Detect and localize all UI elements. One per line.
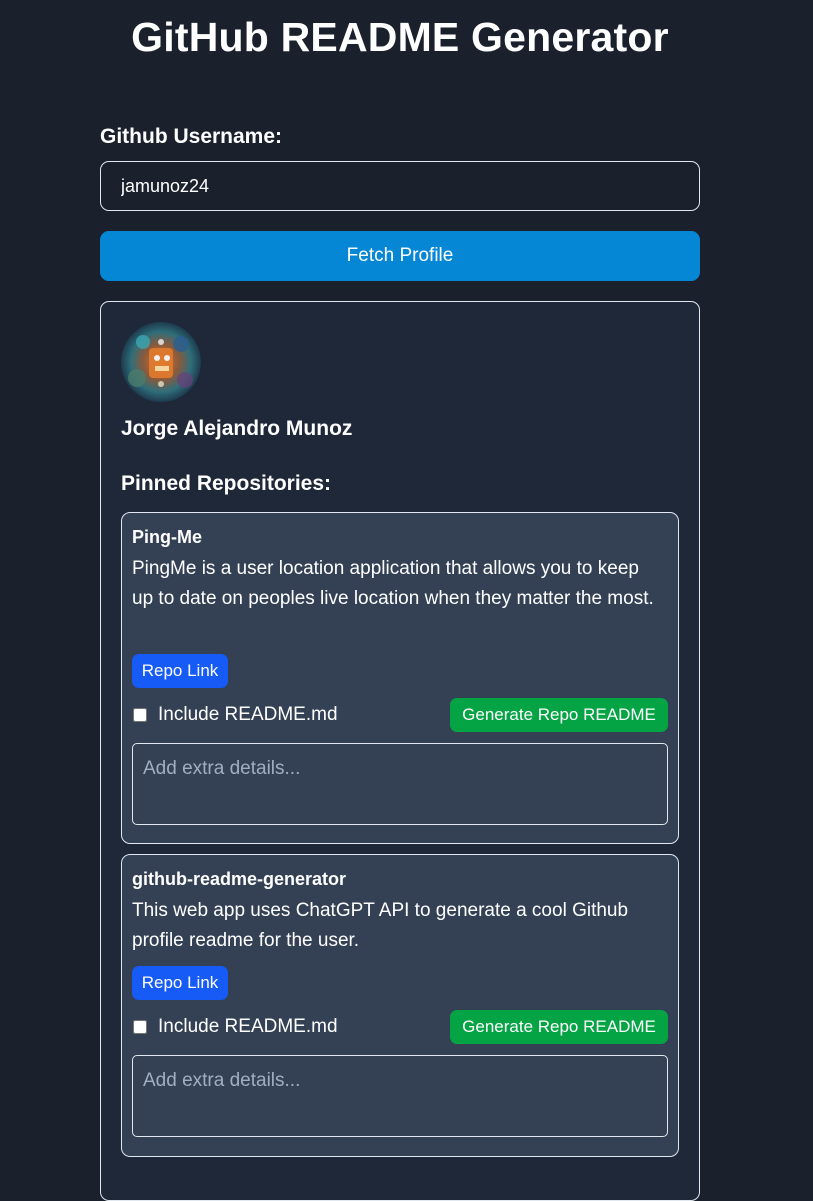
fetch-profile-button[interactable]: Fetch Profile — [100, 231, 700, 281]
avatar — [121, 322, 201, 402]
repo-card: Ping-Me PingMe is a user location applic… — [121, 512, 679, 844]
repo-card: github-readme-generator This web app use… — [121, 854, 679, 1157]
generate-repo-readme-button[interactable]: Generate Repo README — [450, 698, 668, 732]
username-input[interactable] — [100, 161, 700, 211]
extra-details-textarea[interactable] — [132, 1055, 668, 1137]
repo-description: This web app uses ChatGPT API to generat… — [132, 900, 629, 951]
extra-details-textarea[interactable] — [132, 743, 668, 825]
include-readme-option[interactable]: Include README.md — [132, 698, 338, 732]
generate-repo-readme-button[interactable]: Generate Repo README — [450, 1010, 668, 1044]
repo-description: PingMe is a user location application th… — [132, 558, 654, 609]
profile-name: Jorge Alejandro Munoz — [121, 417, 353, 440]
page-title: GitHub README Generator — [131, 14, 669, 60]
include-readme-label: Include README.md — [158, 704, 338, 725]
repo-name: Ping-Me — [132, 527, 202, 547]
username-label: Github Username: — [100, 125, 283, 148]
profile-card: Jorge Alejandro Munoz Pinned Repositorie… — [100, 301, 700, 1201]
include-readme-checkbox[interactable] — [133, 1020, 147, 1034]
include-readme-option[interactable]: Include README.md — [132, 1010, 338, 1044]
pinned-repositories-heading: Pinned Repositories: — [121, 472, 332, 495]
include-readme-label: Include README.md — [158, 1016, 338, 1037]
repo-name: github-readme-generator — [132, 869, 347, 889]
include-readme-checkbox[interactable] — [133, 708, 147, 722]
repo-link-button[interactable]: Repo Link — [132, 966, 228, 1000]
repo-link-button[interactable]: Repo Link — [132, 654, 228, 688]
